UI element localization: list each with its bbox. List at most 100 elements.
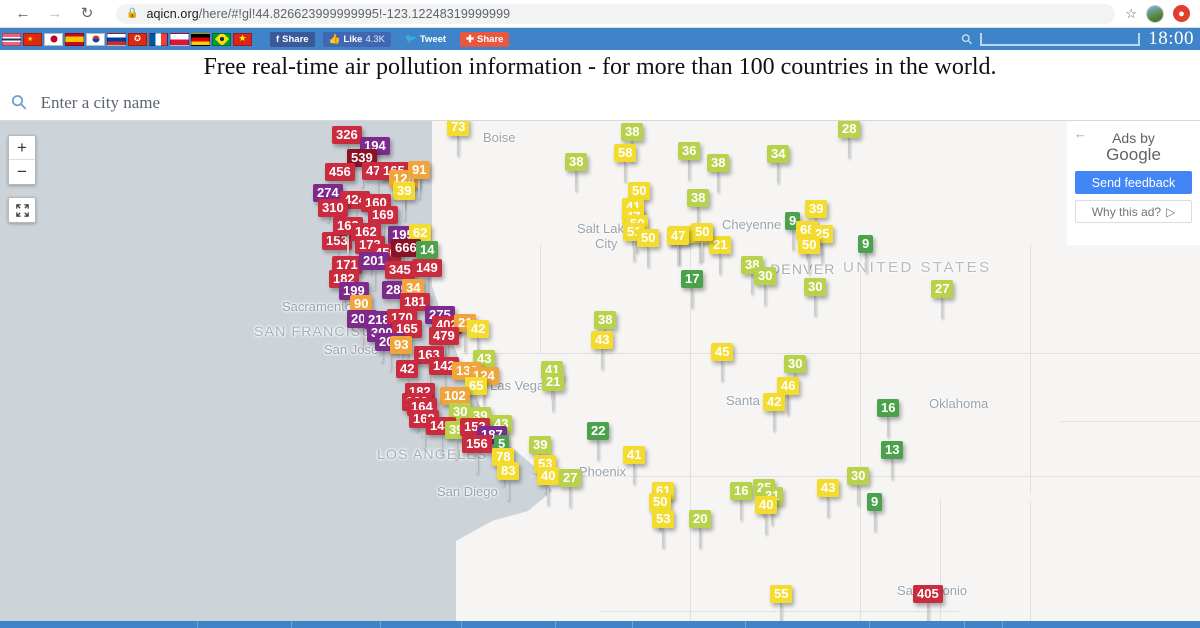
nav-map[interactable]: MAP [380,621,461,628]
send-feedback-button[interactable]: Send feedback [1075,171,1192,195]
flag-spain[interactable] [65,32,84,46]
aqi-marker[interactable]: 83 [497,462,520,500]
why-this-ad-button[interactable]: Why this ad? ▷ [1075,200,1192,224]
aqi-marker[interactable]: 9 [867,493,883,531]
aqi-marker[interactable]: 50 [649,493,672,531]
aqi-marker[interactable]: 39 [393,182,416,220]
aqi-marker[interactable]: 34 [767,145,790,183]
aqi-marker[interactable]: 47 [667,227,690,265]
flag-vietnam[interactable]: ★ [233,32,252,46]
aqi-marker[interactable]: 14 [416,241,439,279]
addthis-share-button[interactable]: ✚ Share [460,31,510,47]
aqi-marker[interactable]: 43 [591,331,614,369]
aqi-marker[interactable]: 50 [798,236,821,274]
aqi-marker[interactable]: 30 [784,355,807,393]
forward-arrow-icon[interactable]: → [46,5,64,23]
flag-japan[interactable] [44,32,63,46]
aqi-marker[interactable]: 39 [529,436,552,474]
aqi-marker[interactable]: 45 [711,343,734,381]
avatar[interactable] [1146,4,1164,23]
aqi-marker[interactable]: 41 [623,446,646,484]
aqi-marker[interactable]: 16 [877,399,900,437]
aqi-marker[interactable]: 42 [467,320,490,358]
aqi-marker[interactable]: 43 [817,479,840,517]
aqi-marker[interactable]: 169 [368,206,398,244]
aqi-marker[interactable]: 39 [805,200,828,238]
twitter-tweet-button[interactable]: 🐦 Tweet [398,31,453,47]
aqi-marker[interactable]: 93 [390,336,413,374]
aqi-marker[interactable]: 30 [847,467,870,505]
flag-poland[interactable] [170,32,189,46]
aqi-marker[interactable]: 27 [931,280,954,318]
aqi-marker[interactable]: 21 [542,373,565,411]
topbar-search-input[interactable] [980,32,1141,46]
aqi-marker[interactable]: 55 [770,585,793,621]
nav-home[interactable]: HOME [196,621,292,628]
aqi-marker[interactable]: 17 [681,270,704,308]
aqi-marker[interactable]: 156 [462,435,492,473]
aqi-marker[interactable]: 456 [325,163,355,201]
aqi-marker[interactable]: 310 [318,199,348,237]
aqi-marker[interactable]: 38 [565,153,588,191]
aqi-marker[interactable]: 36 [678,142,701,180]
aqi-marker[interactable]: 50 [637,229,660,267]
aqi-marker[interactable]: 38 [687,189,710,227]
address-bar[interactable]: 🔒 aqicn.org/here/#!gl!44.826623999999995… [116,3,1116,24]
back-arrow-icon[interactable]: ← [1074,126,1087,141]
facebook-share-button[interactable]: f Share [270,31,315,47]
aqi-marker[interactable]: 345 [385,261,415,299]
star-icon[interactable]: ☆ [1125,6,1137,22]
nav-search[interactable]: SEARCH [632,621,744,628]
flag-russia[interactable] [107,32,126,46]
search-icon[interactable]: ⚲ [957,29,976,48]
zoom-out-button[interactable]: − [9,160,35,184]
aqi-marker[interactable]: 42 [396,360,419,398]
nav-faq[interactable]: FAQ [555,621,632,628]
aqi-marker[interactable]: 40 [537,467,560,505]
facebook-like-button[interactable]: 👍 Like 4.3K [322,31,391,47]
aqi-marker[interactable]: 22 [587,422,610,460]
aqi-marker[interactable]: 13 [881,441,904,479]
flag-brazil[interactable] [212,32,231,46]
aqi-marker[interactable]: 30 [754,267,777,305]
aqi-marker[interactable]: 38 [594,311,617,349]
aqi-marker[interactable]: 27 [559,469,582,507]
extension-icon[interactable]: ● [1173,5,1190,22]
aqi-marker[interactable]: 28 [838,121,861,158]
fullscreen-button[interactable] [8,197,36,223]
aqi-marker[interactable]: 38 [707,154,730,192]
aqi-marker[interactable]: 20 [689,510,712,548]
nav-mask[interactable]: MASK [461,621,555,628]
aqi-marker[interactable]: 50 [691,223,714,261]
flag-hong-kong[interactable]: ✪ [128,32,147,46]
flag-south-korea[interactable] [86,32,105,46]
city-search-bar[interactable]: ⚲ Enter a city name [0,85,1200,121]
aqi-marker[interactable]: 9 [858,235,874,273]
aqi-marker[interactable]: 326 [332,126,362,164]
back-arrow-icon[interactable]: ← [14,5,32,23]
aqi-marker[interactable]: 38 [621,123,644,161]
aqi-marker[interactable]: 479 [429,327,459,365]
air-quality-map[interactable]: Boise Salt Lake City Cheyenne DENVER UNITED S… [0,121,1200,621]
nav-here[interactable]: HERE [291,621,380,628]
nav-contact[interactable]: CONTACT [744,621,870,628]
nav-settings[interactable] [964,621,1004,628]
aqi-marker[interactable]: 73 [447,121,470,156]
flag-china[interactable]: ★ [23,32,42,46]
reload-icon[interactable]: ↻ [78,5,96,23]
city-search-input[interactable]: Enter a city name [41,93,160,113]
aqi-marker[interactable]: 91 [408,161,431,199]
aqi-marker[interactable]: 16 [730,482,753,520]
aqi-marker[interactable]: 405 [913,585,943,621]
aqi-marker[interactable]: 42 [763,393,786,431]
aqi-marker[interactable]: 30 [804,278,827,316]
flag-thailand[interactable] [2,32,21,46]
flag-germany[interactable] [191,32,210,46]
aqi-marker[interactable]: 58 [614,144,637,182]
nav-links[interactable]: LINKS [869,621,964,628]
flag-france[interactable] [149,32,168,46]
aqi-marker[interactable]: 149 [412,259,442,297]
aqi-marker[interactable]: 53 [652,510,675,548]
aqi-marker[interactable]: 40 [755,496,778,534]
zoom-in-button[interactable]: + [9,136,35,160]
